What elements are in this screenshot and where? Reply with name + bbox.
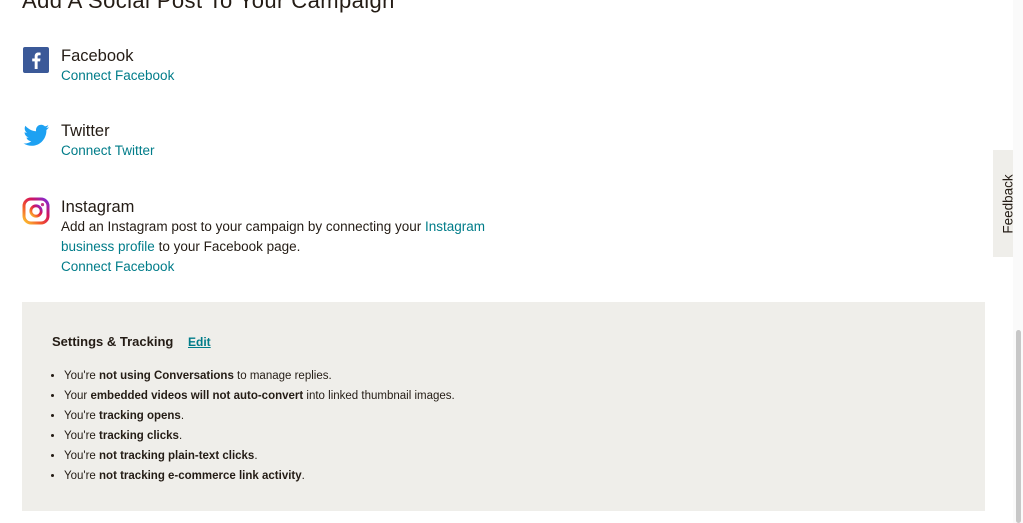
- connect-twitter-link[interactable]: Connect Twitter: [61, 143, 155, 158]
- settings-item: You're tracking opens.: [64, 406, 455, 426]
- instagram-icon: [22, 197, 50, 225]
- facebook-label: Facebook: [61, 47, 134, 65]
- connect-facebook-instagram-link[interactable]: Connect Facebook: [61, 259, 174, 274]
- settings-title: Settings & Tracking: [52, 334, 174, 349]
- settings-item: You're tracking clicks.: [64, 426, 455, 446]
- settings-item: You're not using Conversations to manage…: [64, 366, 455, 386]
- facebook-icon: [23, 47, 49, 73]
- settings-item: Your embedded videos will not auto-conve…: [64, 386, 455, 406]
- twitter-label: Twitter: [61, 122, 110, 140]
- settings-header: Settings & Tracking Edit: [52, 334, 211, 349]
- instagram-description: Add an Instagram post to your campaign b…: [61, 217, 531, 257]
- settings-item: You're not tracking e-commerce link acti…: [64, 466, 455, 486]
- instagram-label: Instagram: [61, 198, 135, 216]
- page-title: Add A Social Post To Your Campaign: [22, 0, 395, 13]
- instagram-desc-text-end: to your Facebook page.: [154, 239, 301, 254]
- connect-facebook-link[interactable]: Connect Facebook: [61, 68, 174, 83]
- settings-list: You're not using Conversations to manage…: [52, 366, 455, 486]
- settings-edit-link[interactable]: Edit: [188, 335, 211, 349]
- twitter-icon: [23, 124, 49, 146]
- scrollbar-thumb[interactable]: [1016, 330, 1021, 523]
- instagram-desc-text: Add an Instagram post to your campaign b…: [61, 219, 425, 234]
- settings-item: You're not tracking plain-text clicks.: [64, 446, 455, 466]
- settings-tracking-panel: Settings & Tracking Edit You're not usin…: [22, 302, 985, 511]
